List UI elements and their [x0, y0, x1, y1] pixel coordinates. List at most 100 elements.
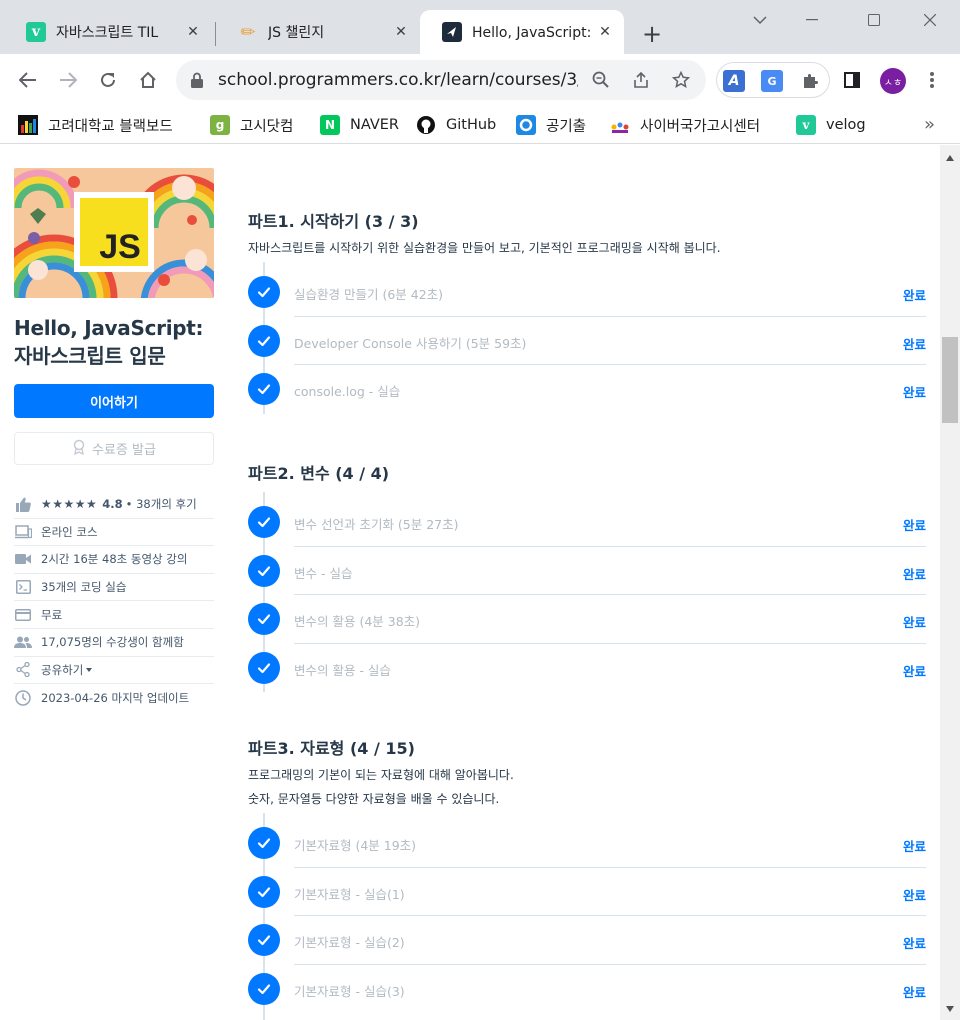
- lesson-title[interactable]: 기본자료형 (4분 19초): [294, 835, 416, 854]
- minimize-icon[interactable]: [800, 8, 824, 32]
- check-circle-icon: [248, 373, 280, 405]
- check-circle-icon: [248, 651, 280, 684]
- lesson-status: 완료: [902, 385, 926, 400]
- lesson-item[interactable]: 기본자료형 - 실습(3) 완료: [248, 965, 926, 1014]
- url-text[interactable]: school.programmers.co.kr/learn/courses/3…: [218, 70, 578, 90]
- bookmarks-overflow-icon[interactable]: »: [924, 114, 935, 135]
- bookmark-label: GitHub: [446, 117, 497, 133]
- price: 무료: [41, 607, 63, 622]
- lesson-title[interactable]: 기본자료형 - 실습(3): [294, 981, 405, 1000]
- checkmark-icon: [257, 886, 271, 897]
- tab-js-challenge[interactable]: ✏ JS 챌린지 ✕: [216, 10, 420, 54]
- font-extension-icon[interactable]: A: [723, 70, 745, 92]
- back-arrow-icon[interactable]: [14, 66, 42, 94]
- google-translate-icon[interactable]: G: [761, 70, 783, 92]
- home-icon[interactable]: [134, 66, 162, 94]
- lesson-item[interactable]: 변수의 활용 (4분 38초) 완료: [248, 595, 926, 644]
- lesson-status: 완료: [902, 336, 926, 352]
- lesson-item[interactable]: console.log - 실습 완료: [248, 365, 926, 414]
- close-icon[interactable]: ✕: [596, 23, 614, 41]
- scroll-up-arrow-icon[interactable]: [946, 155, 954, 161]
- close-icon[interactable]: ✕: [184, 23, 202, 41]
- lesson-list: 실습환경 만들기 (6분 42초) 완료 Developer Console 사용하…: [248, 262, 926, 414]
- review-count[interactable]: • 38개의 후기: [126, 496, 197, 512]
- rating-row: ★★★★★ 4.8 • 38개의 후기: [14, 491, 214, 519]
- lesson-item[interactable]: 기본자료형 (4분 19초) 완료: [248, 819, 926, 868]
- video-length-row: 2시간 16분 48초 동영상 강의: [14, 546, 214, 574]
- part-title: 파트3. 자료형 (4 / 15): [248, 739, 415, 758]
- check-circle-icon: [248, 276, 280, 308]
- window-close-icon[interactable]: [918, 8, 942, 32]
- share-icon[interactable]: [630, 69, 652, 91]
- lesson-item[interactable]: 변수의 활용 - 실습 완료: [248, 644, 926, 693]
- side-panel-icon[interactable]: [838, 66, 866, 94]
- lesson-item[interactable]: 기본자료형 - 실습(2) 완료: [248, 916, 926, 965]
- lesson-title[interactable]: console.log - 실습: [294, 381, 400, 400]
- page-scrollbar[interactable]: [940, 145, 960, 1020]
- thumbs-up-icon: [14, 495, 32, 513]
- share-row[interactable]: 공유하기: [14, 657, 214, 685]
- forward-arrow-icon[interactable]: [54, 66, 82, 94]
- share-dropdown[interactable]: 공유하기: [41, 662, 93, 678]
- bookmark-gonggi[interactable]: 공기출: [516, 114, 586, 136]
- profile-avatar[interactable]: ㅅㅎ: [880, 68, 906, 94]
- tab-search-icon[interactable]: [748, 8, 772, 32]
- course-type: 온라인 코스: [41, 524, 98, 539]
- lesson-item[interactable]: 기본자료형 - 실습(1) 완료: [248, 868, 926, 916]
- lesson-title[interactable]: 기본자료형 - 실습(1): [294, 884, 405, 903]
- bookmark-gosi[interactable]: g 고시닷컴: [210, 114, 293, 136]
- reload-icon[interactable]: [94, 66, 122, 94]
- zoom-icon[interactable]: [590, 69, 612, 91]
- bookmark-naver[interactable]: N NAVER: [320, 114, 399, 136]
- lesson-item[interactable]: 변수 - 실습 완료: [248, 547, 926, 595]
- tab-velog-til[interactable]: v 자바스크립트 TIL ✕: [4, 10, 212, 54]
- lesson-title[interactable]: 변수의 활용 (4분 38초): [294, 611, 420, 630]
- new-tab-button[interactable]: +: [638, 20, 666, 48]
- continue-button[interactable]: 이어하기: [14, 384, 214, 418]
- checkmark-icon: [257, 287, 271, 298]
- checkmark-icon: [257, 935, 271, 946]
- bookmark-label: velog: [826, 117, 866, 133]
- caret-down-icon: [86, 668, 93, 673]
- blackboard-icon: [18, 115, 38, 135]
- lesson-title[interactable]: 변수 선언과 초기화 (5분 27초): [294, 514, 459, 533]
- lesson-title[interactable]: 실습환경 만들기 (6분 42초): [294, 284, 443, 303]
- check-circle-icon: [248, 972, 280, 1005]
- lesson-status: 완료: [902, 936, 926, 951]
- part-description: 프로그래밍의 기본이 되는 자료형에 대해 알아봅니다.: [248, 768, 514, 782]
- lesson-title[interactable]: 변수 - 실습: [294, 563, 352, 582]
- checkmark-icon: [257, 614, 271, 625]
- certificate-button[interactable]: 수료증 발급: [14, 432, 214, 465]
- bookmark-label: 고시닷컴: [240, 118, 294, 135]
- tab-hello-javascript[interactable]: Hello, JavaScript: 자 ✕: [420, 10, 624, 54]
- bookmark-blackboard[interactable]: 고려대학교 블랙보드: [18, 114, 173, 136]
- lesson-item[interactable]: 실습환경 만들기 (6분 42초) 완료: [248, 268, 926, 317]
- bookmark-github[interactable]: GitHub: [416, 114, 496, 136]
- puzzle-extensions-icon[interactable]: [799, 70, 821, 92]
- close-icon[interactable]: ✕: [392, 23, 410, 41]
- share-label: 공유하기: [41, 662, 84, 677]
- bookmark-velog[interactable]: v velog: [796, 114, 866, 136]
- lock-icon[interactable]: [190, 72, 204, 88]
- maximize-icon[interactable]: [862, 8, 886, 32]
- more-menu-icon[interactable]: [918, 66, 946, 94]
- check-circle-icon: [248, 924, 280, 956]
- lesson-title[interactable]: 기본자료형 - 실습(2): [294, 932, 405, 951]
- lesson-status: 완료: [902, 615, 926, 630]
- lesson-status: 완료: [902, 839, 926, 854]
- checkmark-icon: [257, 335, 271, 346]
- scroll-down-arrow-icon[interactable]: [946, 1006, 954, 1012]
- students-count: 17,075명의 수강생이 함께함: [41, 635, 184, 650]
- check-circle-icon: [248, 324, 280, 357]
- lesson-title[interactable]: 변수의 활용 - 실습: [294, 660, 391, 679]
- lesson-item[interactable]: Developer Console 사용하기 (5분 59초) 완료: [248, 317, 926, 365]
- bookmark-star-icon[interactable]: [670, 69, 692, 91]
- tab-title: Hello, JavaScript: 자: [472, 25, 590, 41]
- tab-title: 자바스크립트 TIL: [56, 25, 159, 41]
- scrollbar-thumb[interactable]: [942, 337, 958, 423]
- address-bar[interactable]: school.programmers.co.kr/learn/courses/3…: [176, 60, 706, 100]
- lesson-item[interactable]: 변수 선언과 초기화 (5분 27초) 완료: [248, 498, 926, 547]
- bookmark-cyber-gosi[interactable]: 사이버국가고시센터: [610, 114, 760, 136]
- lesson-title[interactable]: Developer Console 사용하기 (5분 59초): [294, 333, 526, 352]
- checkmark-icon: [257, 662, 271, 673]
